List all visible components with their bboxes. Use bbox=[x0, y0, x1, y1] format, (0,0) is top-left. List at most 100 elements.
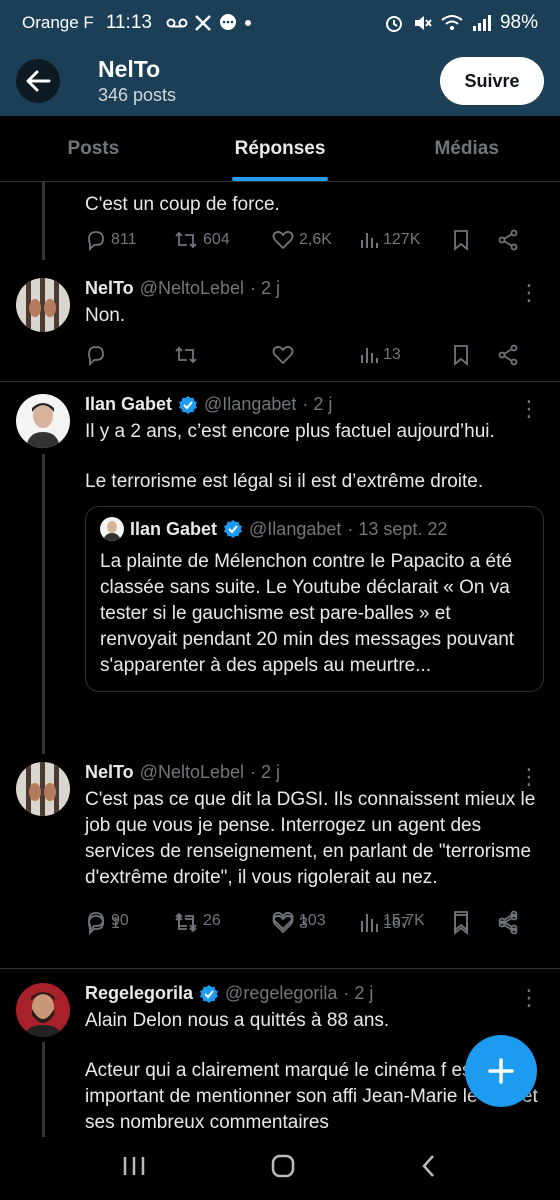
views-button[interactable]: 13 bbox=[359, 345, 451, 365]
tab-media[interactable]: Médias bbox=[373, 116, 560, 181]
heart-icon bbox=[272, 345, 294, 365]
share-icon bbox=[498, 344, 518, 366]
quote-text: La plainte de Mélenchon contre le Papaci… bbox=[100, 551, 515, 676]
avatar[interactable] bbox=[16, 394, 70, 448]
thread-line bbox=[42, 182, 45, 260]
tweet-actions: 811 604 2,6K 127K bbox=[85, 225, 540, 255]
reply-button[interactable]: 811 bbox=[85, 229, 173, 251]
divider bbox=[0, 968, 560, 969]
share-button[interactable] bbox=[497, 344, 519, 366]
avatar[interactable] bbox=[16, 983, 70, 1037]
repost-icon bbox=[175, 346, 197, 364]
back-button[interactable] bbox=[16, 59, 60, 103]
reply-button[interactable]: 1 bbox=[85, 913, 173, 935]
views-count: 127K bbox=[383, 231, 421, 248]
tab-posts[interactable]: Posts bbox=[0, 116, 187, 181]
author-handle[interactable]: @NeltoLebel bbox=[140, 762, 244, 783]
plus-icon bbox=[488, 1058, 514, 1084]
repost-button[interactable] bbox=[173, 344, 271, 366]
profile-name: NelTo bbox=[98, 56, 161, 82]
bearded-person-avatar-icon bbox=[16, 983, 70, 1037]
views-count: 167 bbox=[383, 915, 410, 932]
back-nav-button[interactable] bbox=[419, 1153, 439, 1184]
tab-replies[interactable]: Réponses bbox=[187, 116, 374, 181]
tweet-paragraph: Il y a 2 ans, c’est encore plus factuel … bbox=[85, 421, 495, 442]
author-name[interactable]: NelTo bbox=[85, 278, 134, 299]
verified-badge-icon bbox=[179, 395, 198, 414]
reply-icon bbox=[88, 231, 104, 251]
recent-apps-button[interactable] bbox=[121, 1154, 147, 1183]
views-button[interactable]: 127K bbox=[359, 230, 451, 250]
replies-feed: C'est un coup de force. 811 604 2,6K 127… bbox=[0, 182, 560, 1137]
like-button[interactable]: 2,6K bbox=[271, 229, 359, 251]
like-button[interactable]: 3 bbox=[271, 913, 359, 935]
home-button[interactable] bbox=[270, 1153, 296, 1184]
chevron-left-icon bbox=[421, 1155, 434, 1177]
like-button[interactable] bbox=[271, 344, 359, 366]
compose-button[interactable] bbox=[465, 1035, 537, 1107]
author-name[interactable]: NelTo bbox=[85, 762, 134, 783]
jail-bars-avatar-icon bbox=[16, 278, 70, 332]
quote-time: · 13 sept. 22 bbox=[347, 518, 448, 539]
clock: 11:13 bbox=[105, 12, 152, 33]
author-name[interactable]: Regelegorila bbox=[85, 983, 193, 1004]
tweet-text: C'est un coup de force. bbox=[85, 194, 280, 215]
author-handle[interactable]: @Ilangabet bbox=[204, 394, 296, 415]
message-icon bbox=[219, 14, 236, 30]
share-icon bbox=[498, 913, 518, 935]
bookmark-icon bbox=[454, 345, 468, 366]
follow-button[interactable]: Suivre bbox=[440, 57, 544, 105]
avatar[interactable] bbox=[16, 762, 70, 816]
tweet-text: C'est pas ce que dit la DGSI. Ils connai… bbox=[85, 789, 536, 888]
carrier-label: Orange F bbox=[22, 13, 94, 32]
bookmark-button[interactable] bbox=[451, 229, 497, 251]
wifi-call-icon bbox=[441, 15, 463, 30]
thread-line bbox=[42, 1042, 45, 1137]
recent-apps-icon bbox=[124, 1157, 145, 1175]
person-avatar-icon bbox=[16, 394, 70, 448]
jail-bars-avatar-icon bbox=[16, 762, 70, 816]
heart-icon bbox=[272, 914, 294, 934]
divider bbox=[0, 381, 560, 382]
quoted-tweet[interactable]: Ilan Gabet @Ilangabet · 13 sept. 22 La p… bbox=[85, 506, 544, 692]
reply-count: 1 bbox=[111, 915, 120, 932]
share-icon bbox=[498, 229, 518, 251]
system-nav-bar bbox=[0, 1137, 560, 1200]
quote-author-name: Ilan Gabet bbox=[130, 518, 218, 539]
author-handle[interactable]: @NeltoLebel bbox=[140, 278, 244, 299]
share-button[interactable] bbox=[497, 229, 519, 251]
bookmark-button[interactable] bbox=[451, 344, 497, 366]
avatar[interactable] bbox=[16, 278, 70, 332]
profile-tabs: Posts Réponses Médias bbox=[0, 116, 560, 182]
quote-avatar bbox=[100, 517, 124, 541]
arrow-left-icon bbox=[26, 70, 51, 92]
x-app-icon bbox=[195, 15, 211, 31]
signal-icon bbox=[472, 15, 491, 31]
tweet-time: · 2 j bbox=[302, 394, 333, 414]
share-button[interactable] bbox=[497, 913, 519, 935]
author-handle[interactable]: @regelegorila bbox=[225, 983, 337, 1004]
tweet-text: Il y a 2 ans, c’est encore plus factuel … bbox=[85, 419, 544, 495]
views-button[interactable]: 167 bbox=[359, 914, 451, 934]
tweet-text: Non. bbox=[85, 305, 126, 326]
profile-header: NelTo 346 posts Suivre bbox=[0, 46, 560, 116]
verified-badge-icon bbox=[224, 520, 243, 538]
author-name[interactable]: Ilan Gabet bbox=[85, 394, 172, 415]
like-count: 2,6K bbox=[299, 231, 332, 248]
reply-icon bbox=[88, 915, 104, 935]
repost-count: 604 bbox=[203, 231, 230, 248]
mute-icon bbox=[414, 16, 432, 30]
reply-button[interactable] bbox=[85, 344, 173, 366]
bookmark-icon bbox=[454, 914, 468, 935]
repost-button[interactable]: 604 bbox=[173, 229, 271, 251]
thread-line bbox=[42, 454, 45, 754]
views-icon bbox=[361, 233, 378, 248]
views-count: 13 bbox=[383, 346, 401, 363]
bookmark-button[interactable] bbox=[451, 913, 497, 935]
repost-button[interactable] bbox=[173, 913, 271, 935]
verified-badge-icon bbox=[200, 984, 219, 1003]
tweet-actions: 1 3 167 bbox=[85, 909, 540, 939]
alarm-icon bbox=[385, 16, 402, 32]
battery-level: 98% bbox=[499, 12, 538, 33]
bookmark-icon bbox=[454, 230, 468, 251]
